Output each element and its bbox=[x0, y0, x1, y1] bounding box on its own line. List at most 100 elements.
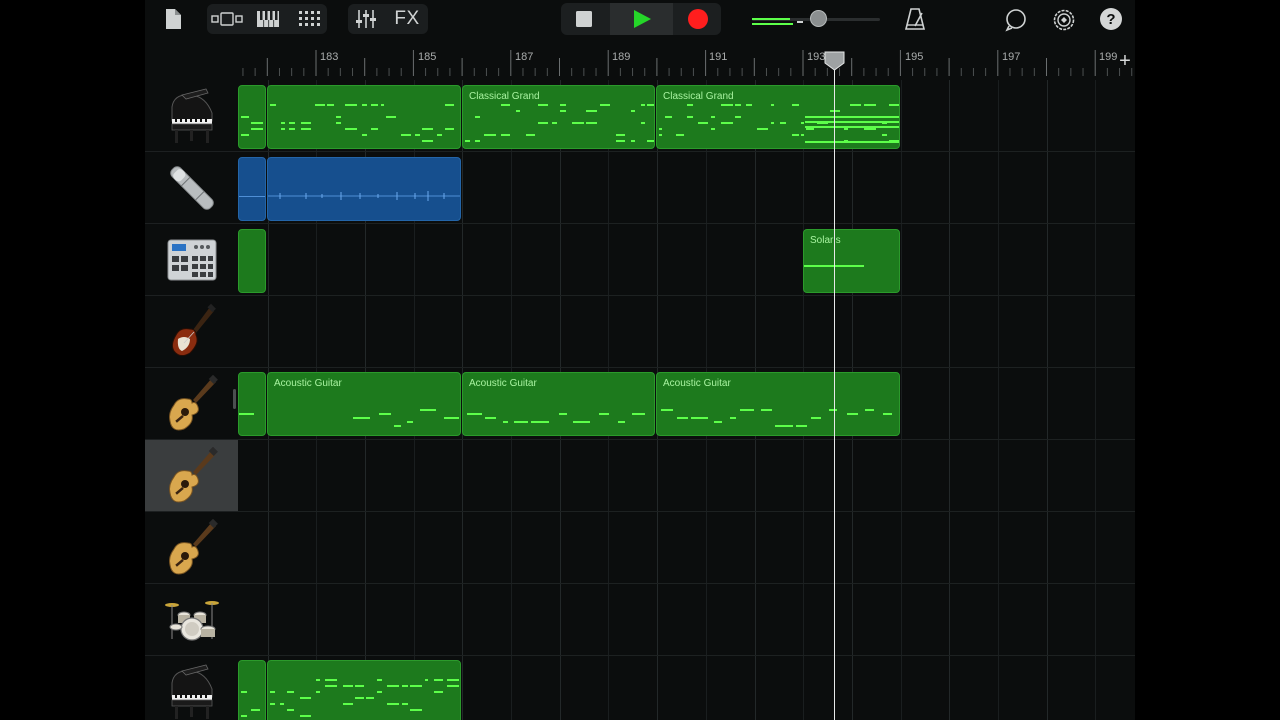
note bbox=[484, 134, 496, 136]
note bbox=[386, 116, 396, 118]
note bbox=[661, 409, 673, 411]
note bbox=[345, 128, 357, 130]
note bbox=[316, 679, 320, 681]
note bbox=[586, 110, 597, 112]
grand-piano-icon bbox=[171, 664, 212, 719]
add-section-button[interactable]: + bbox=[1117, 51, 1133, 71]
note bbox=[401, 134, 411, 136]
region-audio-start[interactable] bbox=[238, 157, 266, 221]
region-piano2-1[interactable] bbox=[267, 660, 461, 720]
note bbox=[526, 134, 535, 136]
record-icon bbox=[688, 9, 708, 29]
play-icon bbox=[633, 10, 651, 28]
note bbox=[287, 709, 294, 711]
note bbox=[850, 104, 861, 106]
region-classical-grand-2[interactable]: Classical Grand bbox=[656, 85, 900, 149]
note bbox=[559, 413, 567, 415]
note bbox=[771, 104, 774, 106]
note bbox=[239, 413, 254, 415]
grid-line bbox=[949, 80, 951, 720]
timeline-ruler[interactable]: 183 185 187 189 191 193 195 197 199 bbox=[238, 48, 1135, 78]
region-beat-start[interactable] bbox=[238, 229, 266, 293]
note bbox=[616, 134, 625, 136]
toolbar: FX ? bbox=[145, 0, 1135, 40]
region-acoustic-guitar-1[interactable]: Acoustic Guitar bbox=[267, 372, 461, 436]
track-header-bass[interactable] bbox=[145, 296, 238, 368]
track-header-microphone[interactable] bbox=[145, 152, 238, 224]
tracks-timeline[interactable]: Classical Grand Classical Grand Solaris bbox=[238, 80, 1135, 720]
region-classical-grand-1[interactable]: Classical Grand bbox=[462, 85, 655, 149]
help-button[interactable]: ? bbox=[1100, 8, 1122, 30]
metronome-icon[interactable] bbox=[903, 6, 927, 32]
region-guitar-start[interactable] bbox=[238, 372, 266, 436]
note bbox=[434, 679, 443, 681]
grid-icon[interactable] bbox=[296, 8, 322, 30]
note bbox=[343, 703, 353, 705]
note bbox=[503, 421, 508, 423]
note bbox=[659, 134, 662, 136]
drum-kit-icon bbox=[164, 600, 219, 641]
mixer-icon[interactable] bbox=[353, 8, 379, 30]
track-header-acoustic-guitar-2[interactable] bbox=[145, 440, 238, 512]
bar-label: 197 bbox=[1002, 51, 1021, 63]
region-acoustic-guitar-2[interactable]: Acoustic Guitar bbox=[462, 372, 655, 436]
note bbox=[864, 128, 876, 130]
track-header-drums[interactable] bbox=[145, 584, 238, 656]
note bbox=[289, 122, 295, 124]
track-header-drum-machine[interactable] bbox=[145, 224, 238, 296]
track-header-piano[interactable] bbox=[145, 80, 238, 152]
note bbox=[698, 122, 708, 124]
note bbox=[538, 104, 548, 106]
play-button[interactable] bbox=[610, 3, 673, 35]
region-solaris[interactable]: Solaris bbox=[803, 229, 900, 293]
region-piano2-start[interactable] bbox=[238, 660, 266, 720]
fx-button[interactable]: FX bbox=[390, 8, 424, 30]
note bbox=[864, 104, 876, 106]
record-button[interactable] bbox=[686, 8, 710, 30]
region-acoustic-guitar-3[interactable]: Acoustic Guitar bbox=[656, 372, 900, 436]
note bbox=[420, 409, 436, 411]
loop-icon[interactable] bbox=[1003, 7, 1029, 33]
note bbox=[721, 104, 733, 106]
settings-icon[interactable] bbox=[1051, 7, 1077, 33]
track-header-acoustic-guitar-3[interactable] bbox=[145, 512, 238, 584]
note bbox=[381, 104, 384, 106]
note bbox=[740, 409, 754, 411]
note bbox=[355, 697, 364, 699]
note bbox=[599, 413, 609, 415]
note bbox=[552, 122, 557, 124]
drum-machine-icon bbox=[167, 239, 216, 280]
note bbox=[730, 417, 736, 419]
note bbox=[301, 122, 311, 124]
note bbox=[560, 104, 566, 106]
document-icon[interactable] bbox=[162, 8, 184, 30]
view-toggle-icon[interactable] bbox=[210, 8, 244, 30]
keyboard-icon[interactable] bbox=[255, 8, 281, 30]
note bbox=[336, 116, 341, 118]
note bbox=[366, 697, 374, 699]
playhead bbox=[834, 55, 835, 720]
note bbox=[425, 679, 428, 681]
region-audio-1[interactable] bbox=[267, 157, 461, 221]
region-piano-1[interactable] bbox=[267, 85, 461, 149]
master-volume-meter bbox=[752, 14, 808, 25]
playhead-handle[interactable] bbox=[824, 51, 845, 71]
note bbox=[281, 128, 285, 130]
track-header-acoustic-guitar[interactable] bbox=[145, 368, 238, 440]
waveform bbox=[268, 191, 460, 201]
lane-divider bbox=[238, 367, 1135, 368]
track-header-piano-2[interactable] bbox=[145, 656, 238, 720]
note bbox=[792, 134, 799, 136]
region-title: Solaris bbox=[810, 235, 841, 246]
stop-button[interactable] bbox=[573, 9, 595, 29]
region-piano-start[interactable] bbox=[238, 85, 266, 149]
lane-divider bbox=[238, 655, 1135, 656]
note bbox=[241, 134, 249, 136]
bar-label: 185 bbox=[418, 51, 437, 63]
master-volume-slider[interactable] bbox=[810, 10, 827, 27]
note bbox=[514, 421, 528, 423]
note bbox=[735, 104, 741, 106]
note bbox=[241, 116, 249, 118]
note bbox=[475, 116, 480, 118]
bass-guitar-icon bbox=[171, 303, 216, 356]
